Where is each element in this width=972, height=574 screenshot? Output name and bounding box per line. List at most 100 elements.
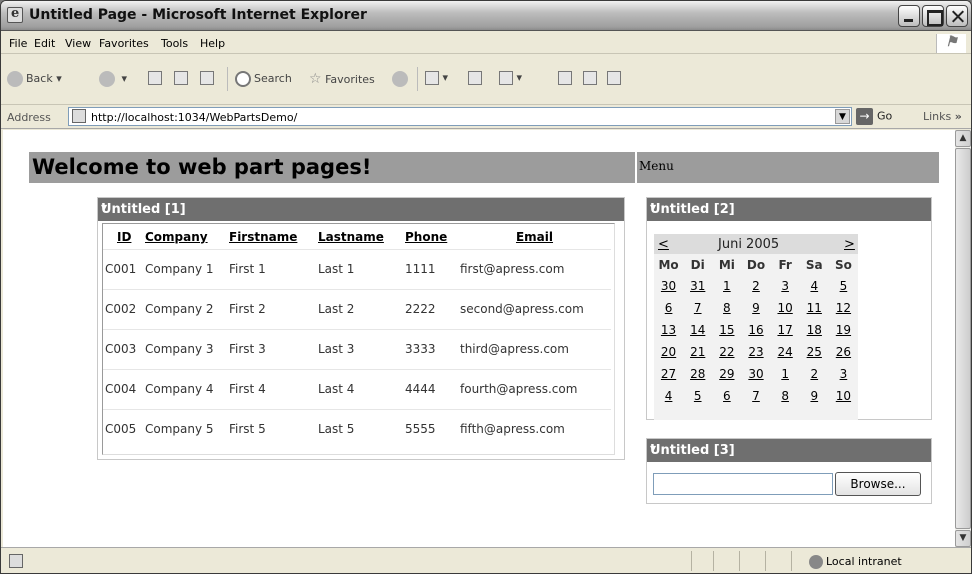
scrollbar-thumb[interactable] <box>955 148 971 529</box>
word-icon <box>499 71 513 85</box>
calendar-day[interactable]: 3 <box>829 363 858 385</box>
calendar-day[interactable]: 26 <box>829 341 858 363</box>
menu-tools[interactable]: Tools <box>161 37 188 50</box>
cell-lastname: Last 3 <box>316 328 403 369</box>
research-icon <box>607 71 621 85</box>
calendar-day[interactable]: 30 <box>654 275 683 297</box>
calendar-day[interactable]: 3 <box>771 275 800 297</box>
calendar-day[interactable]: 13 <box>654 319 683 341</box>
column-header-company[interactable]: Company <box>143 225 227 249</box>
calendar-day[interactable]: 18 <box>800 319 829 341</box>
column-header-lastname[interactable]: Lastname <box>316 225 403 249</box>
calendar-day[interactable]: 15 <box>712 319 741 341</box>
address-input[interactable]: http://localhost:1034/WebPartsDemo/ ▼ <box>68 107 852 126</box>
calendar-day[interactable]: 11 <box>800 297 829 319</box>
mail-button[interactable]: ▾ <box>425 71 448 85</box>
calendar-day[interactable]: 1 <box>771 363 800 385</box>
column-header-phone[interactable]: Phone <box>403 225 458 249</box>
forward-button[interactable]: ▾ <box>99 71 127 87</box>
calendar-day[interactable]: 16 <box>741 319 770 341</box>
links-button[interactable]: Links » <box>923 110 962 123</box>
vertical-scrollbar[interactable]: ▲ ▼ <box>955 130 971 547</box>
calendar-day[interactable]: 10 <box>829 385 858 407</box>
edit-button[interactable]: ▾ <box>499 71 522 85</box>
menu-help[interactable]: Help <box>200 37 225 50</box>
verbs-menu-icon[interactable]: ▼ <box>101 203 618 212</box>
title-bar[interactable]: Untitled Page - Microsoft Internet Explo… <box>1 1 971 31</box>
calendar-day[interactable]: 7 <box>683 297 712 319</box>
menu-file[interactable]: File <box>9 37 27 50</box>
back-button[interactable]: Back ▾ <box>7 71 62 87</box>
calendar-day[interactable]: 24 <box>771 341 800 363</box>
calendar-day[interactable]: 22 <box>712 341 741 363</box>
calendar-day[interactable]: 27 <box>654 363 683 385</box>
calendar-day[interactable]: 28 <box>683 363 712 385</box>
next-month-link[interactable]: > <box>844 237 855 252</box>
column-header-email[interactable]: Email <box>458 225 611 249</box>
webpart-title-bar: Untitled [1] ▼ <box>98 198 624 221</box>
status-bar: Local intranet <box>1 547 971 573</box>
go-button[interactable]: → Go <box>856 108 892 125</box>
calendar-day[interactable]: 14 <box>683 319 712 341</box>
calendar-day[interactable]: 29 <box>712 363 741 385</box>
maximize-button[interactable] <box>922 5 944 27</box>
calendar-day[interactable]: 7 <box>741 385 770 407</box>
calendar-day[interactable]: 6 <box>654 297 683 319</box>
calendar-day[interactable]: 5 <box>683 385 712 407</box>
verbs-menu-icon[interactable]: ▼ <box>650 203 925 212</box>
prev-month-link[interactable]: < <box>658 237 669 252</box>
calendar-day[interactable]: 19 <box>829 319 858 341</box>
calendar-day[interactable]: 2 <box>800 363 829 385</box>
discuss-button[interactable] <box>558 71 572 85</box>
calendar-day[interactable]: 9 <box>741 297 770 319</box>
history-button[interactable] <box>392 71 411 87</box>
calendar-day[interactable]: 8 <box>712 297 741 319</box>
cell-phone: 5555 <box>403 408 458 449</box>
home-button[interactable] <box>200 71 214 85</box>
research-button[interactable] <box>607 71 621 85</box>
calendar-day[interactable]: 12 <box>829 297 858 319</box>
refresh-button[interactable] <box>174 71 188 85</box>
address-url: http://localhost:1034/WebPartsDemo/ <box>91 111 298 124</box>
calendar-day[interactable]: 17 <box>771 319 800 341</box>
print-button[interactable] <box>468 71 482 85</box>
column-header-id[interactable]: ID <box>103 225 143 249</box>
calendar-day[interactable]: 4 <box>654 385 683 407</box>
calendar-day[interactable]: 4 <box>800 275 829 297</box>
scroll-down-icon[interactable]: ▼ <box>955 530 971 547</box>
calendar-day[interactable]: 8 <box>771 385 800 407</box>
column-header-firstname[interactable]: Firstname <box>227 225 316 249</box>
close-button[interactable] <box>946 5 968 27</box>
messenger-button[interactable] <box>583 71 597 85</box>
calendar-day[interactable]: 25 <box>800 341 829 363</box>
cell-lastname: Last 2 <box>316 288 403 329</box>
calendar-day[interactable]: 31 <box>683 275 712 297</box>
browse-button[interactable]: Browse... <box>835 472 921 496</box>
calendar-day[interactable]: 9 <box>800 385 829 407</box>
minimize-button[interactable] <box>898 5 920 27</box>
calendar-day[interactable]: 6 <box>712 385 741 407</box>
favorites-button[interactable]: ☆ Favorites <box>309 71 375 87</box>
file-path-input[interactable] <box>653 473 833 495</box>
standard-toolbar: Back ▾ ▾ Search ☆ Favorites ▾ ▾ <box>1 55 971 105</box>
stop-button[interactable] <box>148 71 162 85</box>
verbs-menu-icon[interactable]: ▼ <box>650 444 925 453</box>
menu-favorites[interactable]: Favorites <box>99 37 149 50</box>
calendar-day[interactable]: 2 <box>741 275 770 297</box>
search-button[interactable]: Search <box>235 71 292 87</box>
weekday-label: Do <box>746 258 766 272</box>
menu-edit[interactable]: Edit <box>34 37 55 50</box>
calendar-day[interactable]: 23 <box>741 341 770 363</box>
refresh-icon <box>174 71 188 85</box>
calendar-day[interactable]: 5 <box>829 275 858 297</box>
calendar-day[interactable]: 21 <box>683 341 712 363</box>
calendar-day[interactable]: 1 <box>712 275 741 297</box>
cell-id: C004 <box>103 368 143 409</box>
calendar-day[interactable]: 20 <box>654 341 683 363</box>
menu-view[interactable]: View <box>65 37 91 50</box>
scroll-up-icon[interactable]: ▲ <box>955 130 971 147</box>
cell-company: Company 4 <box>143 368 227 409</box>
calendar-day[interactable]: 30 <box>741 363 770 385</box>
calendar-day[interactable]: 10 <box>771 297 800 319</box>
chevron-down-icon[interactable]: ▼ <box>835 109 850 124</box>
